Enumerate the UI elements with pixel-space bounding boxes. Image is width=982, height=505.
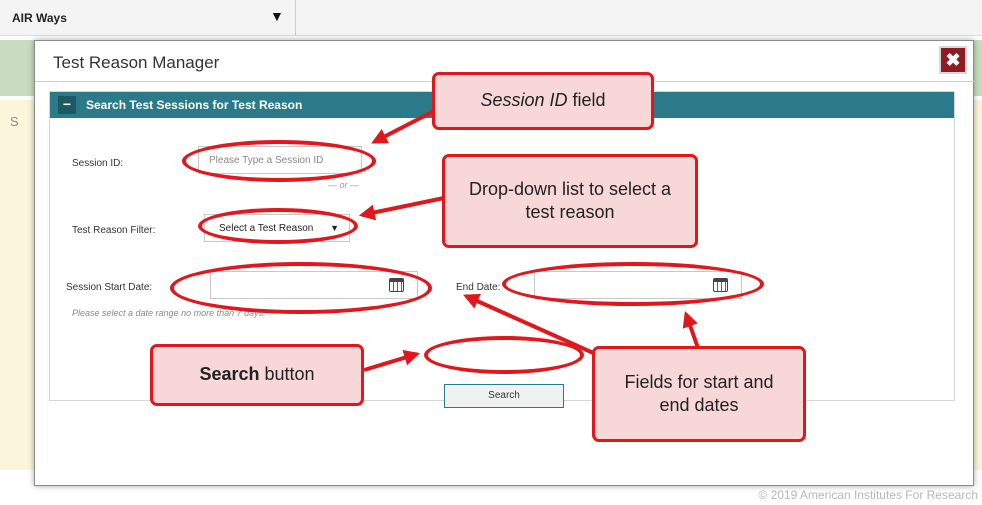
- copyright-footer: © 2019 American Institutes For Research: [758, 488, 978, 502]
- callout-search-bold: Search: [199, 364, 260, 385]
- or-separator: — or —: [328, 180, 360, 190]
- end-date-highlight: [502, 262, 764, 306]
- top-bar: AIR Ways ▼: [0, 0, 982, 36]
- dropdown-arrow-icon: ▼: [270, 8, 284, 24]
- modal-title: Test Reason Manager: [53, 53, 220, 72]
- session-start-date-label: Session Start Date:: [66, 282, 153, 293]
- session-id-highlight: [182, 140, 376, 182]
- dates-callout: Fields for start and end dates: [592, 346, 806, 442]
- app-selector-label: AIR Ways: [12, 11, 67, 25]
- end-date-label: End Date:: [456, 282, 501, 293]
- collapse-panel-button[interactable]: −: [58, 96, 76, 114]
- search-button-highlight: [424, 336, 584, 374]
- background-partial-text: S: [10, 114, 19, 129]
- dropdown-callout: Drop-down list to select a test reason: [442, 154, 698, 248]
- callout-session-id-italic: Session ID: [480, 90, 568, 111]
- start-date-highlight: [170, 262, 432, 314]
- close-button[interactable]: ✖: [939, 46, 967, 74]
- dropdown-highlight: [198, 208, 358, 244]
- session-id-label: Session ID:: [72, 158, 124, 169]
- test-reason-filter-label: Test Reason Filter:: [72, 225, 156, 236]
- callout-search-rest: button: [259, 364, 315, 385]
- callout-session-id-rest: field: [567, 90, 606, 111]
- session-id-callout: Session ID field: [432, 72, 654, 130]
- search-panel-title: Search Test Sessions for Test Reason: [86, 98, 303, 112]
- search-button[interactable]: Search: [444, 384, 564, 408]
- app-selector-dropdown[interactable]: AIR Ways ▼: [0, 0, 296, 36]
- search-button-callout: Search button: [150, 344, 364, 406]
